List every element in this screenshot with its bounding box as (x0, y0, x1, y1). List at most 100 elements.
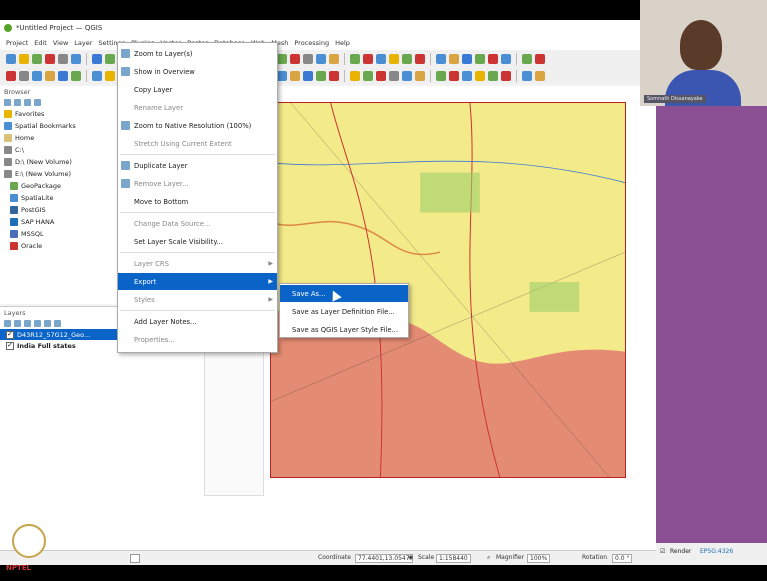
toolbar-button-icon[interactable] (277, 53, 287, 64)
toolbar-button-icon[interactable] (303, 53, 313, 64)
toolbar-button-icon[interactable] (45, 70, 55, 81)
toolbar-button-icon[interactable] (475, 70, 485, 81)
open-layer-styling-icon[interactable] (4, 320, 11, 327)
toolbar-button-icon[interactable] (501, 53, 511, 64)
crs-button[interactable]: EPSG:4326 (700, 548, 733, 555)
toolbar-button-icon[interactable] (522, 70, 532, 81)
toolbar-button-icon[interactable] (277, 70, 287, 81)
toolbar-button-icon[interactable] (462, 70, 472, 81)
toolbar-button-icon[interactable] (350, 70, 360, 81)
refresh-icon[interactable] (4, 99, 11, 106)
toolbar-button-icon[interactable] (303, 70, 313, 81)
context-menu-item[interactable]: Export ▶ (118, 273, 277, 290)
browser-item[interactable]: PostGIS (4, 204, 117, 216)
toolbar-button-icon[interactable] (316, 53, 326, 64)
toolbar-button-icon[interactable] (535, 70, 545, 81)
toolbar-button-icon[interactable] (488, 70, 498, 81)
toolbar-button-icon[interactable] (488, 53, 498, 64)
toolbar-button-icon[interactable] (363, 53, 373, 64)
toolbar-button-icon[interactable] (501, 70, 511, 81)
toolbar-button-icon[interactable] (71, 70, 81, 81)
context-menu-item[interactable]: Layer CRS ▶ (118, 255, 277, 272)
toolbar-button-icon[interactable] (475, 53, 485, 64)
toolbar-button-icon[interactable] (6, 70, 16, 81)
context-menu-item[interactable]: Show in Overview (118, 63, 277, 80)
toolbar-button-icon[interactable] (105, 53, 115, 64)
menu-processing[interactable]: Processing (294, 39, 329, 47)
browser-item[interactable]: D:\ (New Volume) (4, 156, 117, 168)
magnifier-field[interactable]: 100% (527, 554, 551, 563)
remove-layer-icon[interactable] (54, 320, 61, 327)
toolbar-button-icon[interactable] (436, 70, 446, 81)
toolbar-button-icon[interactable] (45, 53, 55, 64)
layer-visibility-checkbox[interactable]: ✓ (6, 341, 14, 350)
toolbar-button-icon[interactable] (389, 70, 399, 81)
properties-icon[interactable] (34, 99, 41, 106)
browser-item[interactable]: E:\ (New Volume) (4, 168, 117, 180)
browser-item[interactable]: SAP HANA (4, 216, 117, 228)
locate-input[interactable] (130, 554, 140, 563)
coordinate-field[interactable]: 77.4401,13.0547 (355, 554, 413, 563)
toolbar-button-icon[interactable] (32, 53, 42, 64)
context-menu-item[interactable]: Zoom to Layer(s) (118, 45, 277, 62)
toolbar-button-icon[interactable] (105, 70, 115, 81)
context-menu-item[interactable]: Stretch Using Current Extent (118, 135, 277, 152)
toolbar-button-icon[interactable] (329, 53, 339, 64)
context-menu-item[interactable]: Properties... (118, 331, 277, 348)
toolbar-button-icon[interactable] (415, 70, 425, 81)
toolbar-button-icon[interactable] (449, 53, 459, 64)
filter-legend-icon[interactable] (24, 320, 31, 327)
context-menu-item[interactable]: Remove Layer... (118, 175, 277, 192)
toolbar-button-icon[interactable] (376, 70, 386, 81)
toolbar-button-icon[interactable] (290, 53, 300, 64)
filter-icon[interactable] (14, 99, 21, 106)
expand-all-icon[interactable] (34, 320, 41, 327)
context-menu-item[interactable]: Rename Layer (118, 99, 277, 116)
scale-field[interactable]: 1:158440 (436, 554, 471, 563)
toolbar-button-icon[interactable] (6, 53, 16, 64)
toolbar-button-icon[interactable] (363, 70, 373, 81)
toolbar-button-icon[interactable] (19, 70, 29, 81)
browser-item[interactable]: Oracle (4, 240, 117, 252)
toolbar-button-icon[interactable] (19, 53, 29, 64)
add-group-icon[interactable] (14, 320, 21, 327)
toolbar-button-icon[interactable] (71, 53, 81, 64)
browser-item[interactable]: C:\ (4, 144, 117, 156)
toolbar-button-icon[interactable] (535, 53, 545, 64)
toolbar-button-icon[interactable] (32, 70, 42, 81)
context-menu-item[interactable]: Styles ▶ (118, 291, 277, 308)
export-submenu-item[interactable]: Save As... (280, 285, 408, 302)
menu-edit[interactable]: Edit (34, 39, 47, 47)
menu-help[interactable]: Help (335, 39, 350, 47)
toolbar-button-icon[interactable] (436, 53, 446, 64)
context-menu-item[interactable]: Change Data Source... (118, 215, 277, 232)
toolbar-button-icon[interactable] (329, 70, 339, 81)
export-submenu-item[interactable]: Save as Layer Definition File... (280, 303, 408, 320)
toolbar-button-icon[interactable] (402, 53, 412, 64)
toolbar-button-icon[interactable] (415, 53, 425, 64)
toolbar-button-icon[interactable] (389, 53, 399, 64)
context-menu-item[interactable]: Move to Bottom (118, 193, 277, 210)
browser-item[interactable]: Favorites (4, 108, 117, 120)
toolbar-button-icon[interactable] (58, 70, 68, 81)
context-menu-item[interactable]: Duplicate Layer (118, 157, 277, 174)
browser-item[interactable]: Spatial Bookmarks (4, 120, 117, 132)
menu-view[interactable]: View (53, 39, 68, 47)
rotation-field[interactable]: 0.0 ° (612, 554, 633, 563)
context-menu-item[interactable]: Zoom to Native Resolution (100%) (118, 117, 277, 134)
toolbar-button-icon[interactable] (449, 70, 459, 81)
context-menu-item[interactable]: Add Layer Notes... (118, 313, 277, 330)
browser-item[interactable]: GeoPackage (4, 180, 117, 192)
render-checkbox[interactable]: ☑ (660, 548, 665, 555)
context-menu-item[interactable]: Copy Layer (118, 81, 277, 98)
toolbar-button-icon[interactable] (92, 53, 102, 64)
browser-item[interactable]: Home (4, 132, 117, 144)
toolbar-button-icon[interactable] (316, 70, 326, 81)
toolbar-button-icon[interactable] (376, 53, 386, 64)
browser-item[interactable]: SpatiaLite (4, 192, 117, 204)
toolbar-button-icon[interactable] (290, 70, 300, 81)
toolbar-button-icon[interactable] (92, 70, 102, 81)
collapse-icon[interactable] (24, 99, 31, 106)
browser-item[interactable]: MSSQL (4, 228, 117, 240)
menu-layer[interactable]: Layer (74, 39, 92, 47)
